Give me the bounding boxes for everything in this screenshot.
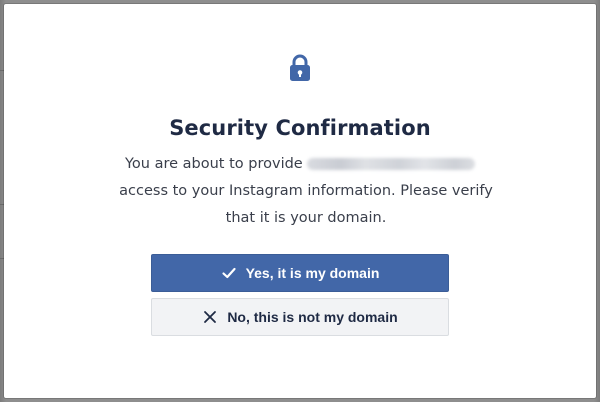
message-before-domain: You are about to provide <box>125 156 303 172</box>
checkmark-icon <box>221 265 237 281</box>
confirm-domain-label: Yes, it is my domain <box>245 265 380 281</box>
redacted-domain <box>306 158 475 170</box>
message-after-domain: access to your Instagram information. Pl… <box>119 183 493 226</box>
dialog-title: Security Confirmation <box>169 116 431 140</box>
close-icon <box>202 309 218 325</box>
deny-domain-button[interactable]: No, this is not my domain <box>151 298 449 336</box>
dialog-message: You are about to provide access to your … <box>116 151 496 232</box>
confirm-domain-button[interactable]: Yes, it is my domain <box>151 254 449 292</box>
lock-icon <box>288 54 312 82</box>
message-line-1: You are about to provide <box>116 151 496 178</box>
deny-domain-label: No, this is not my domain <box>227 309 398 325</box>
security-confirmation-dialog: Security Confirmation You are about to p… <box>4 4 596 398</box>
